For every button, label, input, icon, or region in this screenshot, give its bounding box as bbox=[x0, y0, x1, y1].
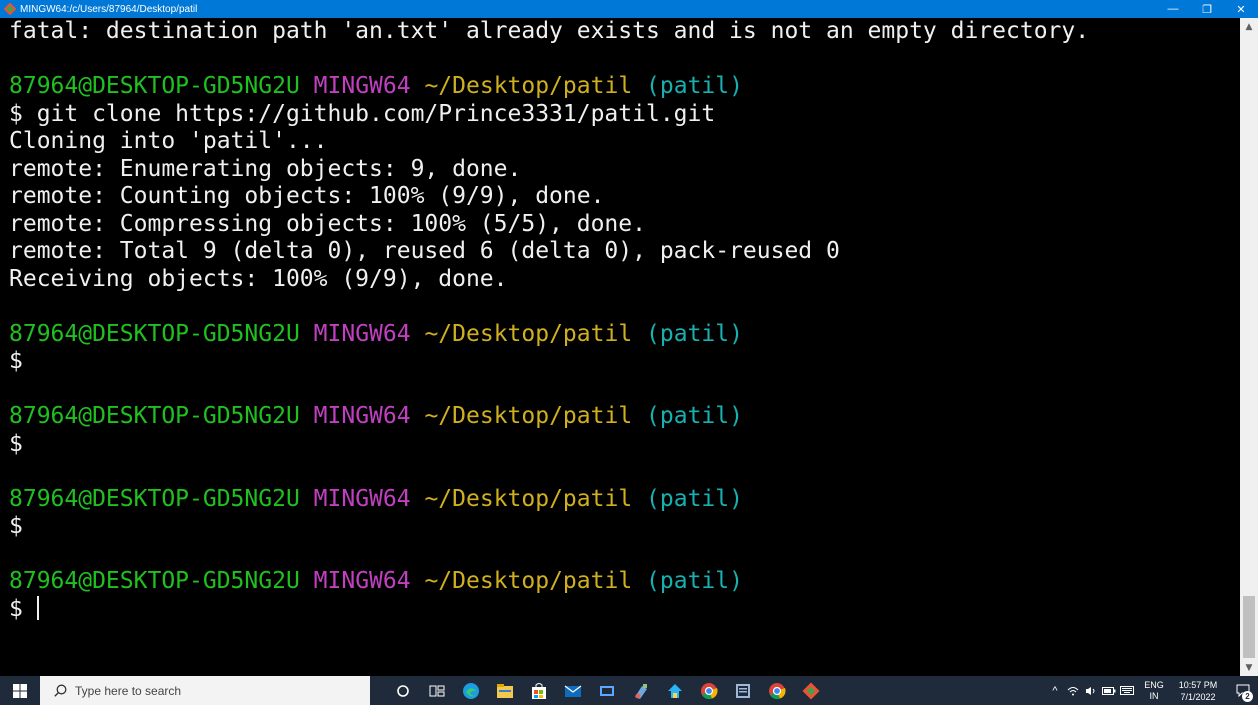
prompt-user: 87964@DESKTOP-GD5NG2U bbox=[9, 403, 300, 429]
prompt-symbol: $ bbox=[9, 595, 23, 622]
prompt-host: MINGW64 bbox=[313, 403, 411, 429]
pinned-apps bbox=[386, 676, 828, 705]
prompt-path: ~/Desktop/patil bbox=[424, 320, 633, 347]
prompt-line: 87964@DESKTOP-GD5NG2U MINGW64 ~/Desktop/… bbox=[9, 486, 1240, 514]
prompt-host: MINGW64 bbox=[313, 485, 411, 512]
language-region: IN bbox=[1149, 690, 1159, 701]
clock-date: 7/1/2022 bbox=[1180, 691, 1216, 702]
word-icon[interactable] bbox=[726, 676, 760, 705]
command-input-line[interactable]: $ bbox=[9, 595, 1240, 624]
battery-icon[interactable] bbox=[1100, 676, 1118, 705]
system-tray: ^ ENG IN 10:57 PM 7/1/2022 2 bbox=[1046, 676, 1258, 705]
search-icon bbox=[54, 684, 67, 697]
chevron-up-icon[interactable]: ^ bbox=[1046, 676, 1064, 705]
prompt-path: ~/Desktop/patil bbox=[424, 73, 633, 99]
prompt-host: MINGW64 bbox=[313, 320, 411, 347]
output-line: remote: Compressing objects: 100% (5/5),… bbox=[9, 210, 646, 237]
git-bash-window: MINGW64:/c/Users/87964/Desktop/patil — ❐… bbox=[0, 0, 1258, 676]
taskbar: Type here to search ^ ENG IN 10:57 PM 7/… bbox=[0, 676, 1258, 705]
clock[interactable]: 10:57 PM 7/1/2022 bbox=[1168, 679, 1228, 703]
cortana-icon[interactable] bbox=[386, 676, 420, 705]
prompt-user: 87964@DESKTOP-GD5NG2U bbox=[9, 73, 300, 99]
terminal-output[interactable]: fatal: destination path 'an.txt' already… bbox=[0, 18, 1240, 676]
language-code: ENG bbox=[1144, 679, 1164, 690]
home-app-icon[interactable] bbox=[658, 676, 692, 705]
input-language[interactable]: ENG IN bbox=[1140, 680, 1168, 702]
close-button[interactable]: ✕ bbox=[1224, 0, 1258, 18]
minimize-button[interactable]: — bbox=[1156, 0, 1190, 18]
clock-time: 10:57 PM bbox=[1178, 679, 1218, 690]
windows-logo-icon bbox=[13, 683, 27, 698]
prompt-branch: (patil) bbox=[646, 485, 743, 512]
scroll-down-icon[interactable]: ▼ bbox=[1240, 659, 1258, 676]
keyboard-icon[interactable] bbox=[1118, 676, 1136, 705]
prompt-branch: (patil) bbox=[646, 568, 743, 594]
mail-icon[interactable] bbox=[556, 676, 590, 705]
prompt-path: ~/Desktop/patil bbox=[424, 568, 633, 594]
prompt-line: 87964@DESKTOP-GD5NG2U MINGW64 ~/Desktop/… bbox=[9, 403, 1240, 431]
prompt-user: 87964@DESKTOP-GD5NG2U bbox=[9, 568, 300, 594]
output-line: $ bbox=[9, 430, 23, 457]
task-view-icon[interactable] bbox=[420, 676, 454, 705]
prompt-line: 87964@DESKTOP-GD5NG2U MINGW64 ~/Desktop/… bbox=[9, 568, 1240, 596]
window-title: MINGW64:/c/Users/87964/Desktop/patil bbox=[20, 3, 198, 15]
media-player-icon[interactable] bbox=[590, 676, 624, 705]
output-line: $ git clone https://github.com/Prince333… bbox=[9, 100, 716, 127]
prompt-user: 87964@DESKTOP-GD5NG2U bbox=[9, 485, 300, 512]
edge-icon[interactable] bbox=[454, 676, 488, 705]
text-cursor bbox=[36, 595, 39, 620]
output-line: remote: Enumerating objects: 9, done. bbox=[9, 155, 522, 182]
prompt-host: MINGW64 bbox=[313, 568, 411, 594]
prompt-line: 87964@DESKTOP-GD5NG2U MINGW64 ~/Desktop/… bbox=[9, 321, 1240, 349]
prompt-line: 87964@DESKTOP-GD5NG2U MINGW64 ~/Desktop/… bbox=[9, 73, 1240, 101]
taskbar-search-box[interactable]: Type here to search bbox=[40, 676, 370, 705]
git-bash-app-icon bbox=[3, 2, 17, 16]
prompt-path: ~/Desktop/patil bbox=[424, 485, 633, 512]
vertical-scrollbar[interactable]: ▲ ▼ bbox=[1240, 18, 1258, 676]
window-controls: — ❐ ✕ bbox=[1156, 0, 1258, 18]
output-line: $ bbox=[9, 513, 23, 539]
prompt-branch: (patil) bbox=[646, 403, 743, 429]
output-line: remote: Total 9 (delta 0), reused 6 (del… bbox=[9, 238, 840, 264]
chrome-icon[interactable] bbox=[692, 676, 726, 705]
git-bash-icon[interactable] bbox=[794, 676, 828, 705]
prompt-branch: (patil) bbox=[646, 320, 743, 347]
output-line: $ bbox=[9, 348, 23, 374]
scrollbar-thumb[interactable] bbox=[1243, 596, 1255, 658]
prompt-path: ~/Desktop/patil bbox=[424, 403, 633, 429]
file-explorer-icon[interactable] bbox=[488, 676, 522, 705]
prompt-branch: (patil) bbox=[646, 73, 743, 99]
output-line: Receiving objects: 100% (9/9), done. bbox=[9, 265, 508, 292]
output-line: remote: Counting objects: 100% (9/9), do… bbox=[9, 183, 605, 209]
volume-icon[interactable] bbox=[1082, 676, 1100, 705]
prompt-user: 87964@DESKTOP-GD5NG2U bbox=[9, 320, 300, 347]
search-placeholder: Type here to search bbox=[75, 683, 182, 698]
start-button[interactable] bbox=[0, 676, 40, 705]
wifi-icon[interactable] bbox=[1064, 676, 1082, 705]
store-icon[interactable] bbox=[522, 676, 556, 705]
scroll-up-icon[interactable]: ▲ bbox=[1240, 18, 1258, 35]
paint-icon[interactable] bbox=[624, 676, 658, 705]
prompt-host: MINGW64 bbox=[313, 73, 411, 99]
output-line: fatal: destination path 'an.txt' already… bbox=[9, 18, 1090, 44]
maximize-button[interactable]: ❐ bbox=[1190, 0, 1224, 18]
notification-center-button[interactable]: 2 bbox=[1228, 676, 1258, 705]
output-line: Cloning into 'patil'... bbox=[9, 128, 328, 154]
title-bar[interactable]: MINGW64:/c/Users/87964/Desktop/patil — ❐… bbox=[0, 0, 1258, 18]
notification-count-badge: 2 bbox=[1242, 691, 1253, 702]
chrome-profile-icon[interactable] bbox=[760, 676, 794, 705]
